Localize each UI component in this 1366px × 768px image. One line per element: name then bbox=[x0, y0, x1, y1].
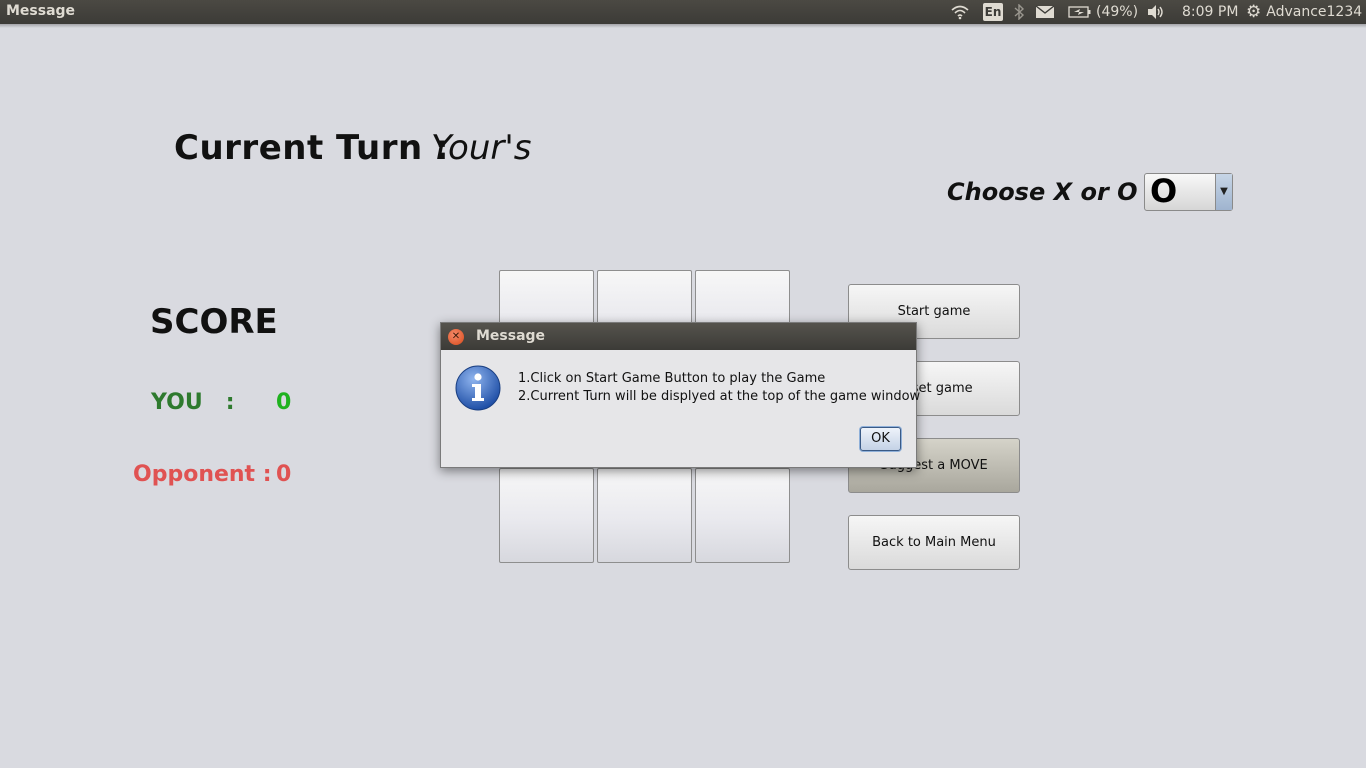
battery-indicator[interactable]: (49%) bbox=[1068, 0, 1138, 24]
user-name: Advance1234 bbox=[1266, 4, 1363, 20]
wifi-icon[interactable] bbox=[950, 0, 970, 24]
board-cell-9[interactable] bbox=[695, 468, 790, 563]
score-title: SCORE bbox=[150, 302, 278, 342]
volume-icon[interactable] bbox=[1146, 0, 1166, 24]
current-turn-label: Current Turn : bbox=[174, 128, 450, 168]
info-icon bbox=[455, 365, 501, 411]
current-turn-value: Your's bbox=[431, 128, 532, 168]
panel-shadow bbox=[0, 24, 1366, 28]
chevron-down-icon[interactable]: ▼ bbox=[1215, 174, 1232, 210]
dialog-titlebar: ✕ Message bbox=[441, 323, 916, 350]
opponent-score-value: 0 bbox=[276, 462, 292, 487]
you-score-label: YOU : bbox=[151, 390, 235, 415]
top-panel: Message En (49%) 8:09 PM ⚙ Advance1234 bbox=[0, 0, 1366, 24]
close-icon[interactable]: ✕ bbox=[448, 329, 464, 345]
battery-percent: (49%) bbox=[1096, 4, 1139, 20]
window-title: Message bbox=[6, 3, 76, 19]
back-to-main-menu-button[interactable]: Back to Main Menu bbox=[848, 515, 1020, 570]
symbol-select[interactable]: O ▼ bbox=[1144, 172, 1233, 211]
ok-button[interactable]: OK bbox=[860, 427, 901, 451]
opponent-score-label: Opponent : bbox=[133, 462, 272, 487]
session-menu[interactable]: ⚙ Advance1234 bbox=[1246, 0, 1362, 24]
keyboard-language[interactable]: En bbox=[983, 0, 1003, 24]
symbol-select-value: O bbox=[1150, 172, 1178, 210]
gear-icon: ⚙ bbox=[1246, 2, 1262, 22]
clock-time: 8:09 PM bbox=[1182, 4, 1239, 20]
you-score-value: 0 bbox=[276, 390, 292, 415]
language-indicator: En bbox=[983, 3, 1003, 21]
board-cell-8[interactable] bbox=[597, 468, 692, 563]
bluetooth-icon[interactable] bbox=[1013, 0, 1025, 24]
battery-icon bbox=[1068, 5, 1092, 19]
dialog-message-line-2: 2.Current Turn will be displyed at the t… bbox=[518, 389, 921, 404]
board-cell-7[interactable] bbox=[499, 468, 594, 563]
clock[interactable]: 8:09 PM bbox=[1182, 0, 1238, 24]
dialog-message-line-1: 1.Click on Start Game Button to play the… bbox=[518, 371, 826, 386]
mail-icon[interactable] bbox=[1035, 0, 1055, 24]
dialog-title: Message bbox=[476, 328, 546, 344]
choose-symbol-label: Choose X or O : bbox=[947, 178, 1156, 206]
message-dialog: ✕ Message 1.Click on Start Game Button t… bbox=[440, 322, 921, 468]
